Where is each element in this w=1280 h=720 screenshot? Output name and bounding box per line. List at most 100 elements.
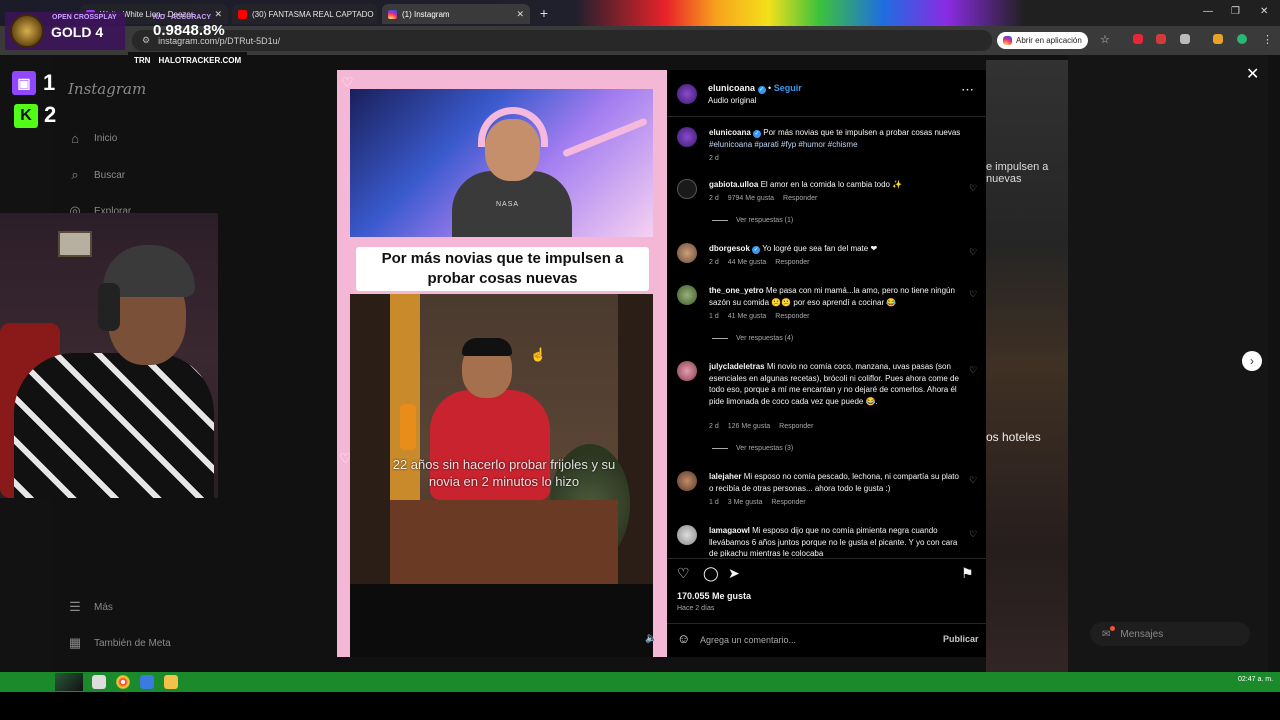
bookmark-star-icon[interactable]: ☆ [1100,33,1110,46]
comment-username[interactable]: dborgesok [709,244,750,253]
comment-username[interactable]: julycladeletras [709,362,765,371]
browser-menu-icon[interactable]: ⋮ [1262,33,1273,46]
tab-label: (30) FANTASMA REAL CAPTADO [252,9,374,19]
like-comment-icon[interactable]: ♡ [969,475,977,486]
reply-button[interactable]: Responder [779,423,813,430]
like-comment-icon[interactable]: ♡ [969,183,977,194]
follow-button[interactable]: Seguir [774,83,802,93]
extension-icon[interactable] [1133,34,1143,44]
more-options-icon[interactable]: ⋯ [961,82,975,98]
youtube-icon [238,9,247,19]
feed-thumbnail-text: os hoteles [986,430,1041,444]
address-bar[interactable]: ⚙ instagram.com/p/DTRut-5D1u/ [132,30,992,51]
nav-label: Buscar [94,169,126,181]
like-comment-icon[interactable]: ♡ [969,247,977,258]
like-comment-icon[interactable]: ♡ [969,365,977,376]
file-explorer-icon[interactable] [164,675,178,689]
profile-avatar[interactable] [1237,34,1247,44]
close-window-icon[interactable]: ✕ [1260,6,1268,17]
nav-home[interactable]: ⌂ Inicio [68,131,117,146]
avatar[interactable] [677,361,697,381]
share-send-icon[interactable]: ➤ [728,565,740,582]
comment-likes[interactable]: 126 Me gusta [728,423,770,430]
emoji-icon[interactable]: ☺ [677,631,690,646]
view-replies-button[interactable]: Ver respuestas (3) [712,445,793,452]
video-letterbox [350,584,653,657]
start-button[interactable] [55,673,83,691]
comment-bubble-icon[interactable]: ◯ [703,565,719,582]
new-tab-button[interactable]: + [536,5,552,21]
video-subtitle: 22 años sin hacerlo probar frijoles y su… [392,457,616,489]
view-replies-button[interactable]: Ver respuestas (4) [712,335,793,342]
nav-meta[interactable]: ▦ También de Meta [68,635,171,651]
chrome-icon[interactable] [116,675,130,689]
menu-icon: ☰ [69,599,81,614]
nav-more[interactable]: ☰ Más [68,599,113,615]
instagram-logo[interactable]: Instagram [68,80,146,98]
comment-age: 2 d [709,155,719,162]
next-post-arrow-icon[interactable]: › [1242,351,1262,371]
comment-username[interactable]: elunicoana [709,128,751,137]
comment-likes[interactable]: 9794 Me gusta [728,195,774,202]
task-view-icon[interactable] [92,675,106,689]
avatar[interactable] [677,127,697,147]
avatar[interactable] [677,179,697,199]
reel-video[interactable]: ♡ ♡ ♡ ♡ NASA Por más novias que te impul… [337,70,667,657]
feed-column [1068,55,1268,672]
feed-thumbnails [986,60,1068,672]
avatar[interactable] [677,84,697,104]
like-comment-icon[interactable]: ♡ [969,529,977,540]
comment-username[interactable]: gabiota.ulloa [709,180,758,189]
extension-icon[interactable] [1213,34,1223,44]
avatar[interactable] [677,525,697,545]
comment-meta: 2 d [709,155,719,162]
minimize-icon[interactable]: — [1203,6,1213,17]
reply-button[interactable]: Responder [771,499,805,506]
volume-icon[interactable]: 🔈 [645,633,657,644]
video-caption: Por más novias que te impulsen a probar … [356,247,649,291]
comment-age: 2 d [709,259,719,266]
comment-likes[interactable]: 3 Me gusta [728,499,763,506]
author-username[interactable]: elunicoana [708,83,755,93]
comment-meta: 2 d 9794 Me gusta Responder [709,195,817,202]
site-settings-icon[interactable]: ⚙ [142,35,150,46]
nav-search[interactable]: ⌕ Buscar [68,167,125,183]
close-icon[interactable]: ✕ [516,9,524,20]
app-icon[interactable] [140,675,154,689]
comment-body: Mi esposo no comía pescado, lechona, ni … [709,472,959,493]
close-modal-icon[interactable]: ✕ [1246,64,1259,84]
view-replies-button[interactable]: Ver respuestas (1) [712,217,793,224]
comment-likes[interactable]: 41 Me gusta [728,313,767,320]
verified-icon: ✓ [753,130,762,138]
avatar[interactable] [677,285,697,305]
caption-body: Por más novias que te impulsen a probar … [763,128,961,137]
comment-username[interactable]: the_one_yetro [709,286,764,295]
comment-username[interactable]: lalejaher [709,472,741,481]
extension-icon[interactable] [1156,34,1166,44]
messages-button[interactable]: ✉ Mensajes [1090,622,1250,646]
audio-link[interactable]: Audio original [708,96,756,105]
open-in-app-button[interactable]: Abrir en aplicación [997,32,1088,49]
extensions-puzzle-icon[interactable] [1180,34,1190,44]
like-comment-icon[interactable]: ♡ [969,289,977,300]
comment-input[interactable] [700,633,930,647]
reply-button[interactable]: Responder [775,313,809,320]
reply-button[interactable]: Responder [783,195,817,202]
publish-button[interactable]: Publicar [943,634,979,644]
maximize-icon[interactable]: ❐ [1231,6,1240,17]
save-bookmark-icon[interactable]: ⚑ [961,565,974,582]
comment-likes[interactable]: 44 Me gusta [728,259,767,266]
comment-username[interactable]: lamagaowl [709,526,750,535]
tab-youtube[interactable]: (30) FANTASMA REAL CAPTADO ✕ [232,4,377,24]
avatar[interactable] [677,471,697,491]
close-icon[interactable]: ✕ [214,9,222,20]
post-panel: elunicoana ✓ • Seguir Audio original ⋯ e… [667,70,986,657]
hashtags[interactable]: #elunicoana #parati #fyp #humor #chisme [709,140,858,149]
reply-button[interactable]: Responder [775,259,809,266]
likes-count[interactable]: 170.055 Me gusta [677,591,751,601]
avatar[interactable] [677,243,697,263]
notification-dot [1110,626,1115,631]
tab-instagram[interactable]: (1) Instagram ✕ [382,4,530,24]
verified-icon: ✓ [757,86,766,94]
like-heart-icon[interactable]: ♡ [677,565,690,582]
